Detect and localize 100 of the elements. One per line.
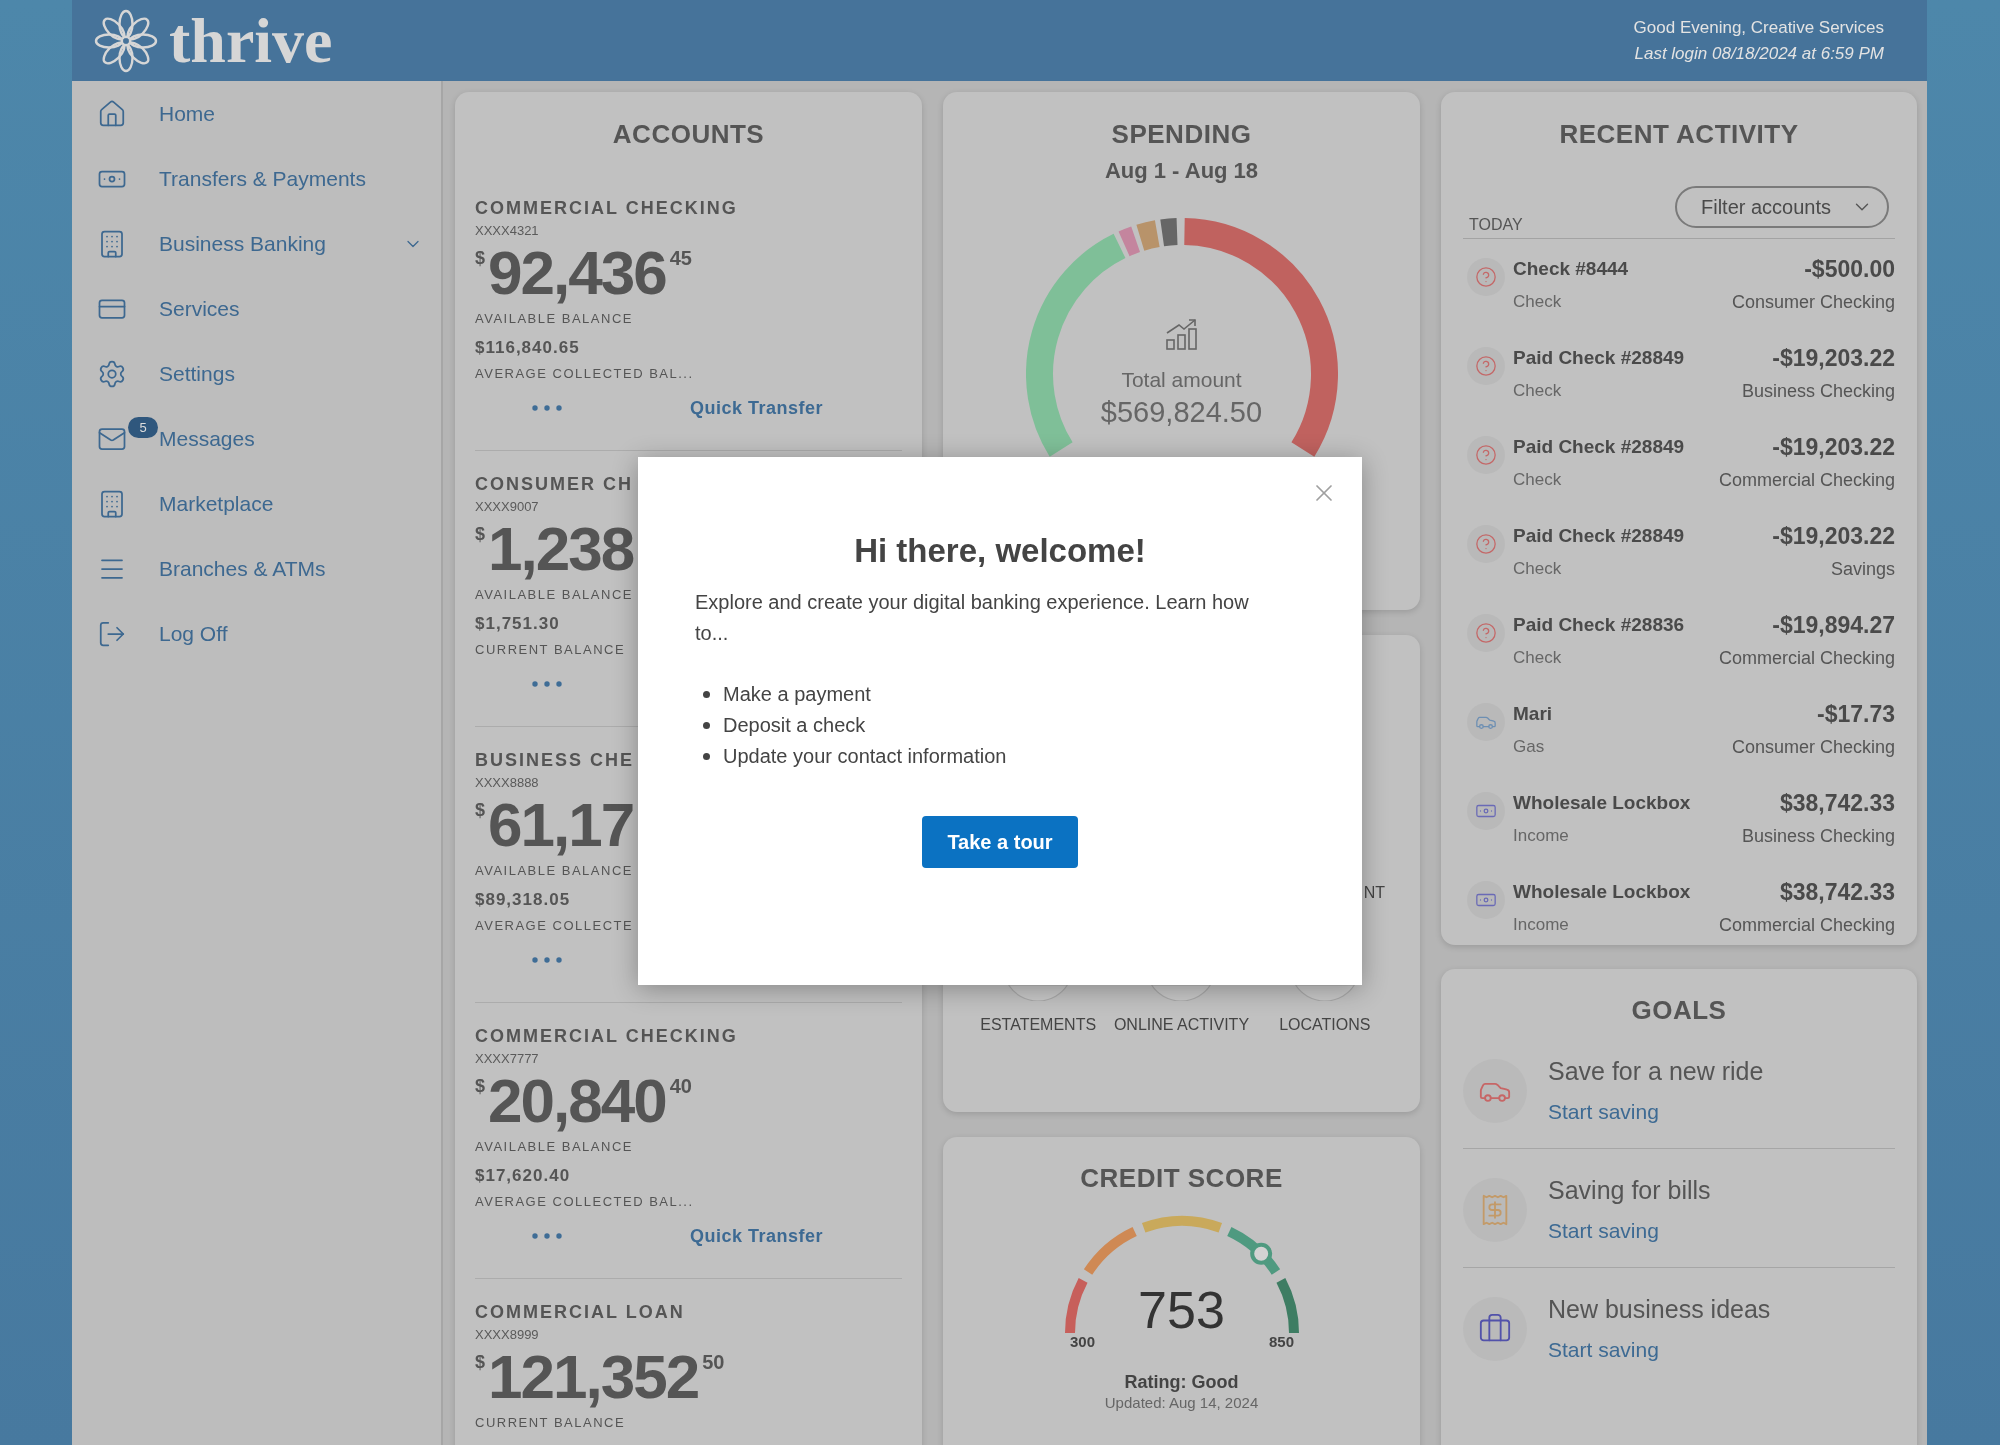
banknote-icon: [1467, 792, 1505, 830]
more-icon[interactable]: [532, 681, 562, 687]
last-login-text: Last login 08/18/2024 at 6:59 PM: [1634, 42, 1884, 65]
transaction-type: Income: [1513, 825, 1569, 847]
transaction-amount: -$19,203.22: [1772, 435, 1895, 459]
account-number: XXXX4321: [475, 224, 539, 238]
goal-action-link[interactable]: Start saving: [1548, 1099, 1659, 1125]
donut-segment: [1159, 218, 1178, 247]
goal-title: Save for a new ride: [1548, 1056, 1764, 1086]
sidebar-item[interactable]: Transfers & Payments: [159, 165, 366, 192]
transaction-name: Wholesale Lockbox: [1513, 880, 1691, 904]
secondary-label: AVERAGE COLLECTED BAL...: [475, 1194, 694, 1210]
quick-link-label[interactable]: ESTATEMENTS: [980, 1015, 1097, 1035]
dialog-title: Hi there, welcome!: [854, 531, 1146, 571]
flower-logo-icon: [93, 7, 159, 74]
sidebar-item[interactable]: Messages: [159, 425, 255, 452]
transaction-name: Paid Check #28849: [1513, 524, 1685, 548]
balance-label: AVAILABLE BALANCE: [475, 1139, 633, 1155]
period-text: Aug 1 - Aug 18: [1104, 157, 1259, 185]
question-icon: [1467, 258, 1505, 296]
card-title: ACCOUNTS: [612, 118, 765, 150]
balance-label: CURRENT BALANCE: [475, 1415, 626, 1431]
filter-dropdown[interactable]: Filter accounts: [1675, 186, 1889, 228]
bullet-icon: [703, 753, 710, 760]
sidebar-item[interactable]: Log Off: [159, 620, 228, 647]
count-badge: 5: [128, 417, 158, 438]
quick-transfer-link[interactable]: Quick Transfer: [690, 398, 824, 418]
logo-text: thrive: [169, 8, 333, 73]
account-name: COMMERCIAL LOAN: [475, 1301, 685, 1323]
transaction-amount: -$19,203.22: [1772, 346, 1895, 370]
goal-title: Saving for bills: [1548, 1175, 1711, 1205]
scale-min-label: 300: [1070, 1333, 1095, 1351]
secondary-label: AVERAGE COLLECTED BAL...: [475, 366, 694, 382]
gauge-segment: [1064, 1278, 1088, 1334]
more-icon[interactable]: [532, 957, 562, 963]
bar-chart-icon: [1164, 318, 1199, 350]
total-label: Total amount: [1121, 368, 1242, 392]
account-name: Business Checking: [1741, 825, 1895, 847]
updated-text: Updated: Aug 14, 2024: [1104, 1394, 1259, 1412]
transaction-type: Check: [1513, 647, 1562, 669]
balance-label: AVAILABLE BALANCE: [475, 863, 633, 879]
balance-label: AVAILABLE BALANCE: [475, 587, 633, 603]
list-item-text: Update your contact information: [723, 744, 1007, 769]
greeting-text: Good Evening, Creative Services: [1633, 16, 1884, 39]
sidebar-item[interactable]: Home: [159, 100, 216, 127]
gauge-segment: [1226, 1227, 1280, 1275]
quick-link-label[interactable]: ONLINE ACTIVITY: [1113, 1015, 1250, 1035]
account-name: COMMERCIAL CHECKING: [475, 1025, 738, 1047]
quick-transfer-link[interactable]: Quick Transfer: [690, 1226, 824, 1246]
transaction-name: Mari: [1513, 702, 1553, 726]
section-label: TODAY: [1469, 216, 1523, 234]
credit-score-value: 753: [1138, 1280, 1225, 1340]
sidebar-item[interactable]: Business Banking: [159, 230, 326, 257]
donut-segment: [1136, 220, 1160, 251]
account-name: Commercial Checking: [1718, 914, 1895, 936]
quick-link-label: NT: [1363, 883, 1385, 903]
account-number: XXXX8999: [475, 1328, 539, 1342]
secondary-amount: $17,620.40: [475, 1166, 571, 1186]
account-name: CONSUMER CH: [475, 473, 633, 495]
balance-amount: $1,238: [475, 518, 634, 580]
account-number: XXXX7777: [475, 1052, 539, 1066]
transaction-type: Income: [1513, 914, 1569, 936]
list-item-text: Make a payment: [723, 682, 871, 707]
sidebar-item[interactable]: Settings: [159, 360, 235, 387]
transaction-name: Paid Check #28849: [1513, 346, 1685, 370]
transaction-amount: -$19,894.27: [1772, 613, 1895, 637]
transaction-amount: $38,742.33: [1779, 791, 1895, 815]
transaction-type: Check: [1513, 380, 1562, 402]
total-amount: $569,824.50: [1100, 395, 1263, 429]
bullet-icon: [703, 722, 710, 729]
secondary-amount: $116,840.65: [475, 338, 580, 358]
secondary-amount: $1,751.30: [475, 614, 560, 634]
card-title: GOALS: [1631, 994, 1727, 1026]
balance-label: AVAILABLE BALANCE: [475, 311, 633, 327]
tour-button[interactable]: Take a tour: [922, 816, 1078, 868]
quick-link-label[interactable]: LOCATIONS: [1279, 1015, 1371, 1035]
more-icon[interactable]: [532, 405, 562, 411]
gauge-segment: [1275, 1278, 1299, 1334]
account-name: Consumer Checking: [1731, 291, 1895, 313]
sidebar-item[interactable]: Marketplace: [159, 490, 274, 517]
question-icon: [1467, 436, 1505, 474]
goal-action-link[interactable]: Start saving: [1548, 1218, 1659, 1244]
goal-action-link[interactable]: Start saving: [1548, 1337, 1659, 1363]
car-icon: [1467, 703, 1505, 741]
transaction-type: Check: [1513, 469, 1562, 491]
home-icon[interactable]: [97, 98, 127, 129]
settings-icon[interactable]: [97, 358, 127, 389]
transaction-type: Check: [1513, 291, 1562, 313]
scale-max-label: 850: [1269, 1333, 1294, 1351]
list-item-text: Deposit a check: [723, 713, 866, 738]
balance-amount: $61,17: [475, 794, 634, 856]
bullet-icon: [703, 691, 710, 698]
sidebar-item[interactable]: Services: [159, 295, 240, 322]
gauge-segment: [1083, 1227, 1137, 1275]
account-name: BUSINESS CHE: [475, 749, 635, 771]
secondary-amount: $89,318.05: [475, 890, 571, 910]
dialog-text: Explore and create your digital banking experience. Learn how to...: [695, 590, 1250, 646]
sidebar-item[interactable]: Branches & ATMs: [159, 555, 326, 582]
more-icon[interactable]: [532, 1233, 562, 1239]
account-name: Savings: [1830, 558, 1895, 580]
